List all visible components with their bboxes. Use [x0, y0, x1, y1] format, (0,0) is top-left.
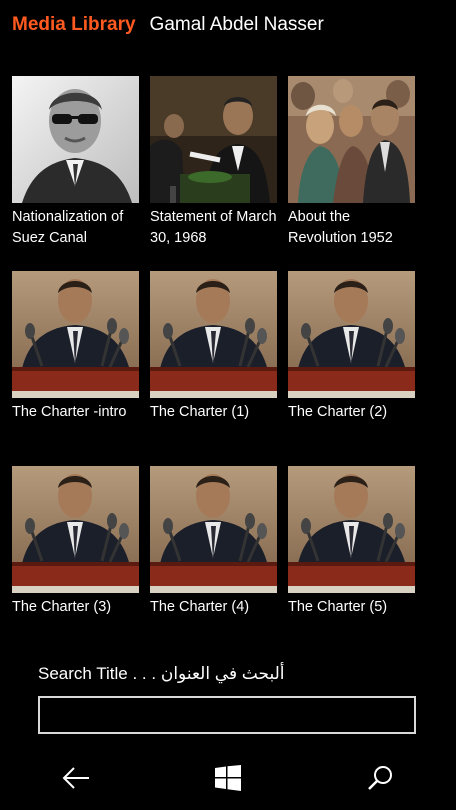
tile-caption: Nationalization of Suez Canal: [12, 209, 124, 246]
search-title-label: Search Title . . . ألبحث في العنوان: [38, 664, 285, 683]
thumbnail-image: [12, 271, 139, 398]
tile-caption: The Charter (4): [150, 599, 250, 615]
thumbnail-image: [150, 76, 277, 203]
media-tile[interactable]: The Charter (5): [288, 466, 415, 661]
tile-caption: The Charter -intro: [12, 404, 127, 420]
media-tile[interactable]: The Charter -intro: [12, 271, 139, 466]
tile-caption: The Charter (2): [288, 404, 388, 420]
header: Media Library Gamal Abdel Nasser: [12, 14, 324, 42]
tile-caption: Statement of March 30, 1968: [150, 209, 277, 246]
tile-caption: The Charter (5): [288, 599, 388, 615]
search-button[interactable]: [350, 756, 410, 804]
media-grid: Nationalization of Suez Canal Statement …: [12, 76, 415, 661]
back-arrow-icon: [61, 766, 91, 795]
tile-caption: About the Revolution 1952: [288, 209, 393, 246]
thumbnail-image: [288, 271, 415, 398]
home-button[interactable]: [198, 756, 258, 804]
media-tile[interactable]: The Charter (4): [150, 466, 277, 661]
media-tile[interactable]: The Charter (2): [288, 271, 415, 466]
app-title: Media Library: [12, 14, 136, 35]
search-icon: [366, 764, 394, 797]
media-tile[interactable]: About the Revolution 1952: [288, 76, 415, 271]
thumbnail-image: [288, 76, 415, 203]
tile-caption: The Charter (3): [12, 599, 112, 615]
tile-caption: The Charter (1): [150, 404, 250, 420]
search-input[interactable]: [38, 696, 416, 734]
media-tile[interactable]: The Charter (1): [150, 271, 277, 466]
media-tile[interactable]: Nationalization of Suez Canal: [12, 76, 139, 271]
thumbnail-image: [150, 466, 277, 593]
page-title: Gamal Abdel Nasser: [149, 14, 324, 35]
back-button[interactable]: [46, 756, 106, 804]
media-tile[interactable]: The Charter (3): [12, 466, 139, 661]
media-tile[interactable]: Statement of March 30, 1968: [150, 76, 277, 271]
navigation-bar: [0, 750, 456, 810]
windows-logo-icon: [215, 764, 241, 796]
thumbnail-image: [12, 466, 139, 593]
thumbnail-image: [288, 466, 415, 593]
thumbnail-image: [12, 76, 139, 203]
thumbnail-image: [150, 271, 277, 398]
